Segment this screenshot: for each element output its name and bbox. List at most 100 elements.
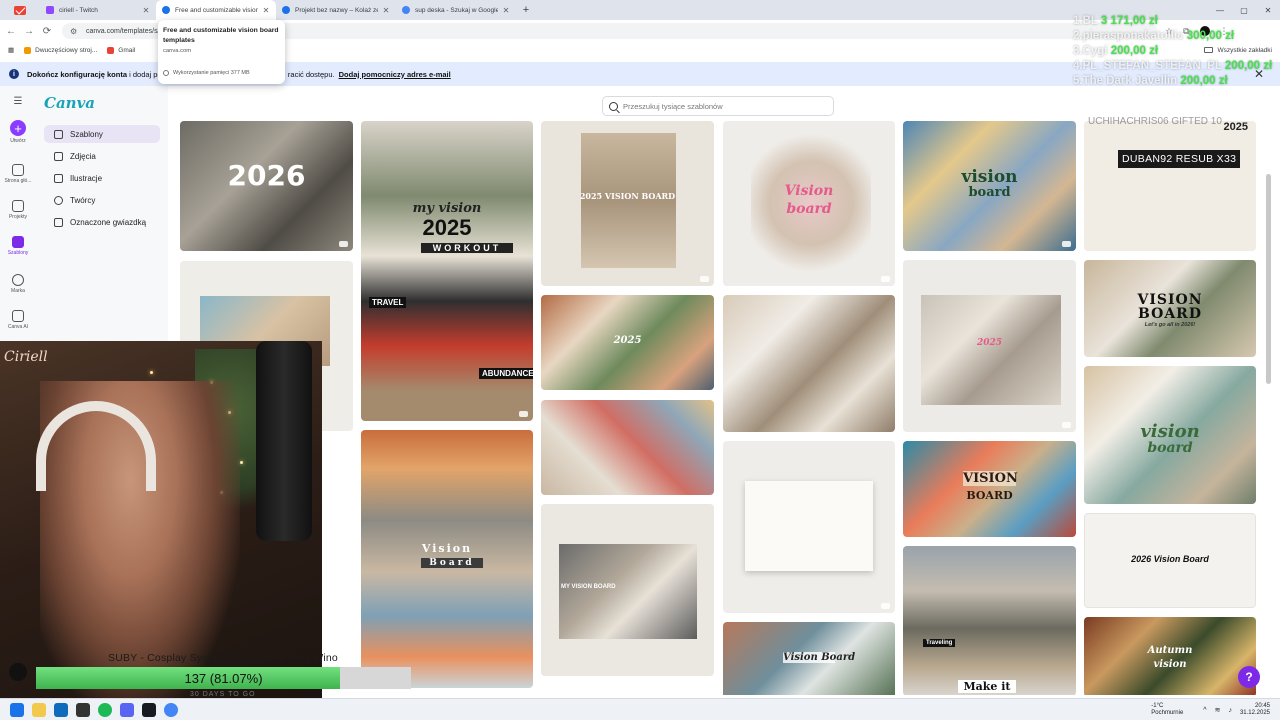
- volume-icon[interactable]: ♪: [1228, 707, 1232, 714]
- canva-logo: Canva: [44, 94, 95, 112]
- template-card[interactable]: vision board: [903, 121, 1076, 251]
- outlook-icon[interactable]: [54, 702, 68, 717]
- template-card[interactable]: [541, 400, 714, 495]
- hamburger-icon: ☰: [13, 96, 23, 107]
- chrome-icon[interactable]: [164, 702, 178, 717]
- template-card[interactable]: 2025 VISION BOARD: [541, 121, 714, 286]
- canva-icon-rail: ☰ + Utwórz Strona głó... Projekty Szablon…: [0, 86, 36, 346]
- steam-icon[interactable]: [142, 702, 156, 717]
- menu-item-creators[interactable]: Twórcy: [44, 191, 160, 209]
- app-icon[interactable]: [76, 702, 90, 717]
- close-icon[interactable]: ✕: [262, 6, 270, 15]
- template-card[interactable]: 2026: [180, 121, 353, 251]
- sub-goal-progress: 137 (81.07%): [36, 667, 411, 689]
- templates-icon: [12, 236, 24, 248]
- globe-icon: [162, 6, 170, 14]
- leaderboard-row: 2.pierasponakatollic 300,00 zł: [1073, 30, 1235, 42]
- rail-home[interactable]: Strona głó...: [0, 164, 36, 184]
- template-card[interactable]: 2025: [1084, 121, 1256, 251]
- menu-item-illustrations[interactable]: Ilustracje: [44, 169, 160, 187]
- home-icon: [12, 164, 24, 176]
- menu-item-starred[interactable]: Oznaczone gwiazdką: [44, 213, 160, 231]
- template-card[interactable]: Autumn vision: [1084, 617, 1256, 695]
- resub-alert: DUBAN92 RESUB X33: [1118, 150, 1241, 168]
- file-explorer-icon[interactable]: [32, 702, 46, 717]
- menu-item-templates[interactable]: Szablony: [44, 125, 160, 143]
- template-card[interactable]: Vision Board: [723, 622, 895, 695]
- template-card[interactable]: [723, 295, 895, 432]
- tab-canva-project[interactable]: Projekt bez nazwy – Kolaż ze zd ✕: [276, 0, 396, 20]
- windows-taskbar: -1°C Pochmurnie ^ ≋ ♪ 20:45 31.12.2025: [0, 698, 1280, 720]
- folder-icon: [12, 200, 24, 212]
- template-card[interactable]: [723, 441, 895, 613]
- premium-crown-icon: [881, 276, 890, 282]
- premium-crown-icon: [519, 411, 528, 417]
- tab-twitch[interactable]: ciriell - Twitch ✕: [40, 0, 156, 20]
- template-card[interactable]: vision board: [1084, 366, 1256, 504]
- close-icon[interactable]: ✕: [502, 6, 510, 15]
- template-card[interactable]: 2026 Vision Board: [1084, 513, 1256, 608]
- rail-canva-ai[interactable]: Canva AI: [0, 310, 36, 330]
- reload-icon[interactable]: ⟳: [38, 26, 56, 37]
- info-icon: i: [9, 69, 19, 79]
- system-tray: -1°C Pochmurnie ^ ≋ ♪ 20:45 31.12.2025: [1151, 699, 1280, 720]
- template-card[interactable]: 2025: [541, 295, 714, 390]
- sub-goal-title: SUBY - Cosplay Syanny Wiedźmin Krew i Wi…: [108, 652, 338, 664]
- scrollbar[interactable]: [1266, 174, 1271, 384]
- bookmark-favicon: [24, 46, 32, 54]
- template-card[interactable]: VISION BOARD: [903, 441, 1076, 537]
- tab-gmail[interactable]: [0, 0, 40, 20]
- template-card[interactable]: Traveling Make it: [903, 546, 1076, 695]
- tab-canva-vision[interactable]: Free and customizable vision b ✕: [156, 0, 276, 20]
- wifi-icon[interactable]: ≋: [1215, 706, 1221, 714]
- menu-item-photos[interactable]: Zdjęcia: [44, 147, 160, 165]
- gifted-alert: UCHIHACHRIS06 GIFTED 10: [1088, 116, 1222, 127]
- discord-icon[interactable]: [120, 702, 134, 717]
- template-card[interactable]: my vision 2025 WORKOUT TRAVEL ABUNDANCE: [361, 121, 533, 421]
- webcam-overlay: Ciriell: [0, 341, 322, 698]
- leaderboard-row: 4.PL_STEFAN_STEFAN_PL 200,00 zł: [1073, 60, 1273, 72]
- sidebar-toggle[interactable]: ☰: [0, 96, 36, 107]
- creators-icon: [54, 195, 63, 205]
- windows-start-icon[interactable]: [10, 702, 24, 717]
- premium-crown-icon: [339, 241, 348, 247]
- template-card[interactable]: MY VISION BOARD: [541, 504, 714, 676]
- add-email-link[interactable]: Dodaj pomocniczy adres e-mail: [339, 70, 451, 79]
- globe-icon: [282, 6, 290, 14]
- tab-hover-card: Free and customizable vision board templ…: [158, 20, 285, 84]
- premium-crown-icon: [1062, 241, 1071, 247]
- tab-google-search[interactable]: sup deska - Szukaj w Google ✕: [396, 0, 516, 20]
- close-icon[interactable]: ✕: [382, 6, 390, 15]
- rail-brand[interactable]: Marka: [0, 274, 36, 294]
- template-card[interactable]: Vision board: [723, 121, 895, 286]
- template-card[interactable]: Vision Board: [361, 430, 533, 688]
- brand-icon: [12, 274, 24, 286]
- template-card[interactable]: 2025: [903, 260, 1076, 432]
- close-icon[interactable]: ✕: [142, 6, 150, 15]
- twitch-icon: [46, 6, 54, 14]
- weather-widget[interactable]: -1°C Pochmurnie: [1151, 703, 1183, 717]
- new-tab-button[interactable]: +: [516, 0, 536, 20]
- site-info-icon[interactable]: ⚙: [70, 27, 80, 36]
- template-search-input[interactable]: Przeszukuj tysiące szablonów: [602, 96, 834, 116]
- rail-create[interactable]: + Utwórz: [0, 120, 36, 144]
- back-icon[interactable]: ←: [2, 26, 20, 37]
- rail-projects[interactable]: Projekty: [0, 200, 36, 220]
- bookmark-item[interactable]: Dwuczęściowy stroj...: [24, 46, 97, 54]
- memory-icon: [163, 70, 169, 76]
- bookmark-gmail[interactable]: Gmail: [107, 46, 135, 54]
- forward-icon[interactable]: →: [20, 26, 38, 37]
- plus-icon: +: [10, 120, 26, 136]
- ai-sparkle-icon: [12, 310, 24, 322]
- rail-templates[interactable]: Szablony: [0, 236, 36, 256]
- apps-icon[interactable]: ▦: [8, 46, 14, 54]
- spotify-icon[interactable]: [98, 702, 112, 717]
- clock[interactable]: 20:45 31.12.2025: [1240, 703, 1270, 717]
- donation-leaderboard: 1.BL 3 171,00 zł 2.pierasponakatollic 30…: [1073, 14, 1272, 89]
- star-icon: [54, 217, 63, 227]
- template-card[interactable]: VISION BOARD Let's go all in 2026!: [1084, 260, 1256, 357]
- goal-icon: [9, 663, 27, 681]
- microphone: [256, 341, 312, 541]
- help-button[interactable]: ?: [1238, 666, 1260, 688]
- chevron-up-icon[interactable]: ^: [1203, 707, 1206, 714]
